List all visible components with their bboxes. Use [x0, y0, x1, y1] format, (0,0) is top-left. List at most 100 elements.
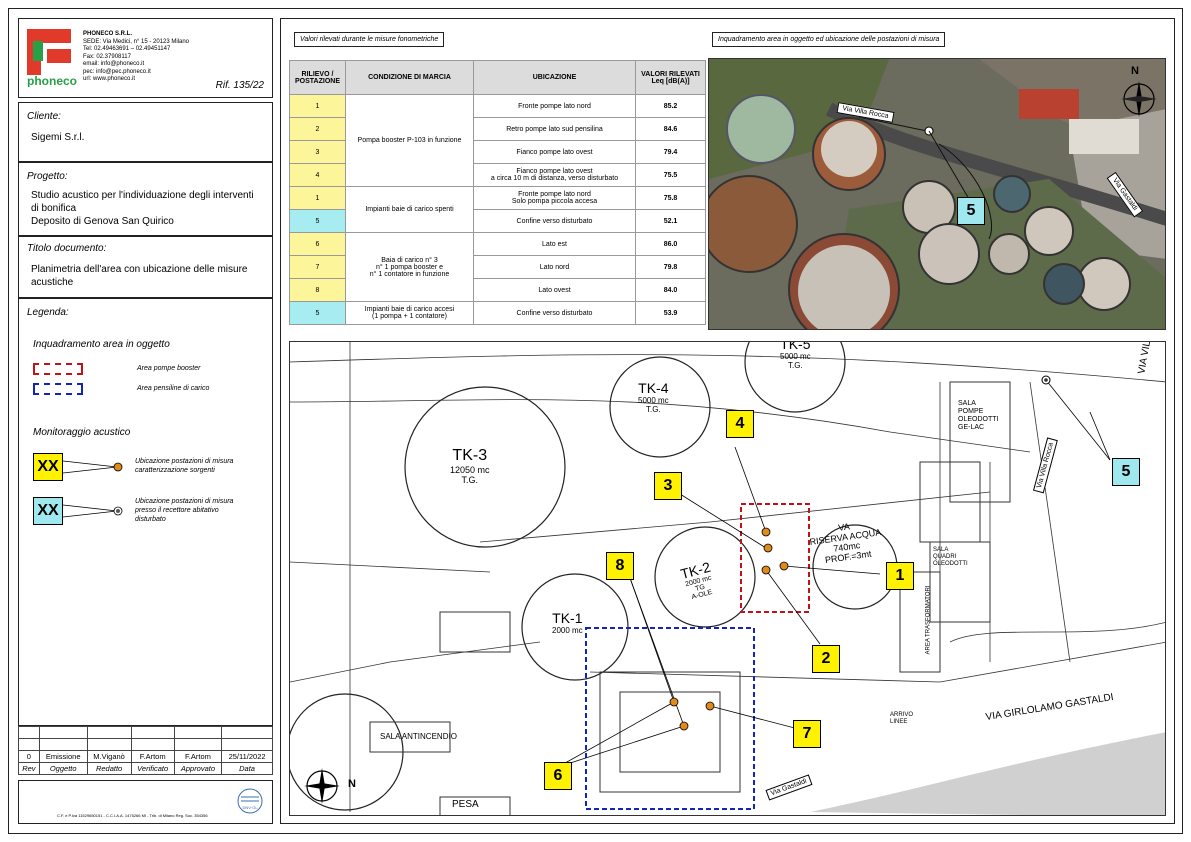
cell-postazione: 1	[289, 186, 346, 210]
cell-ubicazione: Lato ovest	[473, 278, 636, 302]
rev-verified: F.Artom	[130, 750, 175, 763]
aerial-photo: Via Villa Rocca Via Gastaldi 5 N	[708, 58, 1166, 330]
tank-tk5-type: T.G.	[788, 361, 803, 370]
area-trasformatori: AREA TRASFORMATORI	[925, 585, 932, 655]
sala-pompe-line-2: POMPE	[958, 408, 984, 415]
cell-valore: 52.1	[635, 209, 706, 233]
legend-cyan-leader	[63, 504, 123, 518]
photo-compass-icon	[1121, 81, 1157, 117]
cell-ubicazione: Fianco pompe lato ovest a circa 10 m di …	[473, 163, 636, 187]
legend-cyan-desc-1: Ubicazione postazioni di misura	[135, 498, 234, 505]
reference: Rif. 135/22	[215, 80, 264, 91]
legend-red-label: Area pompe booster	[137, 365, 201, 372]
cell-postazione: 2	[289, 117, 346, 141]
table-row: 1 Impianti baie di carico spenti Fronte po…	[289, 186, 706, 233]
header-postazione: RILIEVO / POSTAZIONE	[289, 60, 346, 95]
company-name: PHONECO S.R.L.	[83, 31, 133, 37]
cert-label: DNV·GL	[242, 805, 258, 810]
cell-ubicazione: Fronte pompe lato nord Solo pompa piccol…	[473, 186, 636, 210]
legend-blue-swatch	[33, 383, 83, 395]
rev-object: Emissione	[38, 750, 88, 763]
cell-ubicazione: Lato est	[473, 232, 636, 256]
sala-pompe-line-4: GE-LAC	[958, 424, 985, 431]
revision-table: 0 Emissione M.Viganò F.Artom F.Artom 25/…	[18, 726, 273, 775]
rev-header-object: Oggetto	[38, 762, 88, 775]
project-line-1: Studio acustico per l'individuazione deg…	[31, 190, 254, 201]
site-plan: TK-3 12050 mc T.G. TK-4 5000 mc T.G. TK-…	[289, 341, 1166, 816]
tank-tk5: TK-5 5000 mc T.G.	[780, 341, 811, 370]
sala-antincendio: SALA ANTINCENDIO	[380, 732, 457, 741]
header-box: phoneco PHONECO S.R.L. SEDE: Via Medici,…	[18, 18, 273, 98]
cell-valore: 75.5	[635, 163, 706, 187]
header-condizione: CONDIZIONE DI MARCIA	[345, 60, 474, 95]
doc-title-line-1: Planimetria dell'area con ubicazione del…	[31, 264, 248, 275]
plan-north-label: N	[348, 778, 356, 790]
cell-condizione: Impianti baie di carico spenti	[345, 186, 474, 233]
legend-yellow-desc-1: Ubicazione postazioni di misura	[135, 458, 234, 465]
sala-quadri-line-1: SALA	[933, 547, 949, 553]
plan-marker-3: 3	[654, 472, 682, 500]
cell-postazione: 8	[289, 278, 346, 302]
client-box: Cliente: Sigemi S.r.l.	[18, 102, 273, 162]
tank-tk1-cap: 2000 mc	[552, 626, 583, 635]
header-ubicazione: UBICAZIONE	[473, 60, 636, 95]
cell-ubicazione: Fianco pompe lato ovest	[473, 140, 636, 164]
photo-caption: Inquadramento area in oggetto ed ubicazi…	[712, 32, 946, 47]
cell-valore: 79.4	[635, 140, 706, 164]
plan-compass-icon	[304, 768, 340, 804]
doc-title-line-2: acustiche	[31, 277, 74, 288]
rev-drafted: M.Viganò	[86, 750, 132, 763]
cell-valore: 53.9	[635, 301, 706, 325]
company-tel: Tel: 02.49463691 – 02.49451147	[83, 46, 171, 52]
company-address: SEDE: Via Medici, n° 15 - 20123 Milano	[83, 38, 190, 45]
cell-condizione: Impianti baie di carico accesi (1 pompa …	[345, 301, 474, 325]
plan-marker-2: 2	[812, 645, 840, 673]
legend-box: Legenda: Inquadramento area in oggetto A…	[18, 298, 273, 726]
cell-ubicazione: Lato nord	[473, 255, 636, 279]
fiscal-info: C.F. e P.Iva 11529650151 - C.C.I.A.A. 14…	[57, 813, 208, 818]
legend-yellow-leader	[63, 460, 123, 474]
tank-tk4-cap: 5000 mc	[638, 396, 669, 405]
plan-marker-7: 7	[793, 720, 821, 748]
cell-valore: 75.8	[635, 186, 706, 210]
plan-marker-6: 6	[544, 762, 572, 790]
tank-tk3-type: T.G.	[461, 475, 479, 485]
revision-header-row: Rev Oggetto Redatto Verificato Approvato…	[18, 762, 273, 775]
cell-condizione: Baia di carico n° 3 n° 1 pompa booster e…	[345, 232, 474, 302]
cell-postazione: 4	[289, 163, 346, 187]
cell-postazione: 5	[289, 301, 346, 325]
table-row: 1 Pompa booster P-103 in funzione Fronte p…	[289, 94, 706, 187]
rev-header-rev: Rev	[18, 762, 40, 775]
rev-header-approved: Approvato	[173, 762, 223, 775]
cell-ubicazione: Confine verso disturbato	[473, 209, 636, 233]
legend-red-swatch	[33, 363, 83, 375]
cell-postazione: 1	[289, 94, 346, 118]
tank-tk5-name: TK-5	[780, 341, 811, 352]
legend-cyan-desc-3: disturbato	[135, 516, 166, 523]
cell-valore: 84.6	[635, 117, 706, 141]
plan-marker-4: 4	[726, 410, 754, 438]
cell-postazione: 7	[289, 255, 346, 279]
tank-tk3-cap: 12050 mc	[450, 465, 490, 475]
client-value: Sigemi S.r.l.	[31, 132, 85, 143]
cell-valore: 86.0	[635, 232, 706, 256]
company-pec: pec: info@pec.phoneco.it	[83, 68, 151, 75]
legend-area-heading: Inquadramento area in oggetto	[33, 339, 170, 350]
cell-valore: 85.2	[635, 94, 706, 118]
tank-tk3-name: TK-3	[452, 447, 488, 464]
tank-tk4-name: TK-4	[638, 380, 669, 396]
tank-tk3: TK-3 12050 mc T.G.	[450, 447, 490, 485]
tank-tk1-name: TK-1	[552, 610, 583, 626]
project-line-3: Deposito di Genova San Quirico	[31, 216, 174, 227]
doc-title-label: Titolo documento:	[27, 243, 107, 254]
cell-ubicazione: Retro pompe lato sud pensilina	[473, 117, 636, 141]
project-box: Progetto: Studio acustico per l'individu…	[18, 162, 273, 236]
cell-postazione: 6	[289, 232, 346, 256]
company-fax: Fax: 02.37908117	[83, 53, 131, 60]
cell-postazione: 3	[289, 140, 346, 164]
cell-ubicazione: Fronte pompe lato nord	[473, 94, 636, 118]
legend-cyan-desc-2: presso il recettore abitativo	[135, 507, 219, 514]
tank-tk4: TK-4 5000 mc T.G.	[638, 380, 669, 414]
plan-marker-8: 8	[606, 552, 634, 580]
table-caption: Valori rilevati durante le misure fonome…	[294, 32, 445, 47]
